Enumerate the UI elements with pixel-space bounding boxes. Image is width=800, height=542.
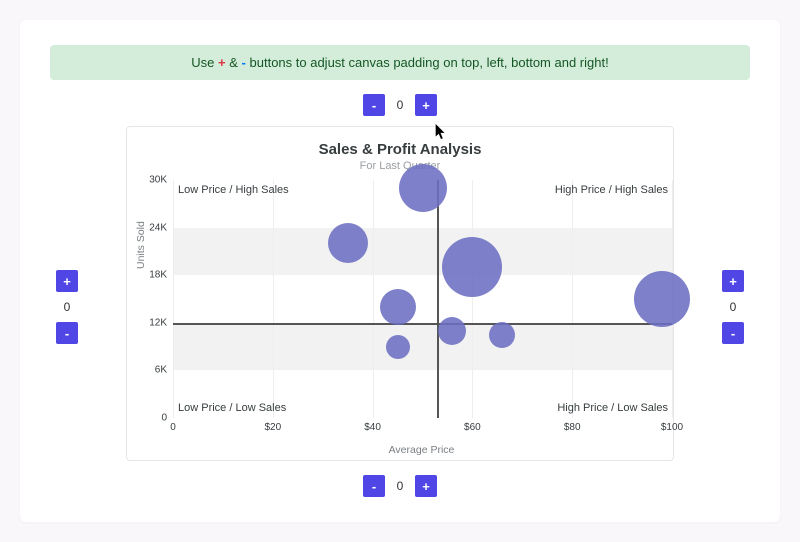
padding-bottom-controls: - 0 + <box>50 475 750 497</box>
y-tick-label: 30K <box>149 175 167 186</box>
pad-bottom-plus-button[interactable]: + <box>415 475 437 497</box>
x-axis-title: Average Price <box>173 444 670 456</box>
banner-prefix: Use <box>191 55 214 70</box>
crosshair-vertical <box>437 180 439 418</box>
pad-bottom-value: 0 <box>393 479 407 493</box>
plus-icon: + <box>218 55 226 70</box>
grid-line <box>572 180 573 418</box>
x-tick-label: $60 <box>464 422 481 433</box>
x-tick-label: $40 <box>364 422 381 433</box>
plot-area: Units Sold 06K12K18K24K30K Low Price / H… <box>127 180 673 460</box>
quadrant-label-tr: High Price / High Sales <box>555 184 668 196</box>
padding-top-controls: - 0 + <box>50 94 750 116</box>
grid-line <box>173 180 174 418</box>
chart-subtitle: For Last Quarter <box>127 160 673 172</box>
x-tick-label: $20 <box>264 422 281 433</box>
pad-right-minus-button[interactable]: - <box>722 322 744 344</box>
app-container: Use + & - buttons to adjust canvas paddi… <box>20 20 780 522</box>
bubble-point[interactable] <box>328 223 368 263</box>
bubble-point[interactable] <box>438 317 466 345</box>
grid-line <box>472 180 473 418</box>
chart-title: Sales & Profit Analysis <box>127 141 673 158</box>
grid-line <box>273 180 274 418</box>
grid-band <box>173 323 672 371</box>
bubble-point[interactable] <box>399 164 447 212</box>
info-banner: Use + & - buttons to adjust canvas paddi… <box>50 45 750 80</box>
bubble-point[interactable] <box>442 237 502 297</box>
pad-right-plus-button[interactable]: + <box>722 270 744 292</box>
plot-inner: Low Price / High Sales High Price / High … <box>173 180 672 418</box>
pad-left-plus-button[interactable]: + <box>56 270 78 292</box>
bubble-point[interactable] <box>386 335 410 359</box>
pad-bottom-minus-button[interactable]: - <box>363 475 385 497</box>
pad-left-minus-button[interactable]: - <box>56 322 78 344</box>
y-axis: Units Sold 06K12K18K24K30K <box>127 180 173 418</box>
quadrant-label-tl: Low Price / High Sales <box>178 184 289 196</box>
pad-top-plus-button[interactable]: + <box>415 94 437 116</box>
y-tick-label: 0 <box>161 413 167 424</box>
crosshair-horizontal <box>173 323 672 325</box>
pad-top-minus-button[interactable]: - <box>363 94 385 116</box>
x-tick-label: $80 <box>564 422 581 433</box>
x-tick-label: $100 <box>661 422 683 433</box>
bubble-point[interactable] <box>634 271 690 327</box>
pad-right-value: 0 <box>726 300 740 314</box>
grid-line <box>373 180 374 418</box>
x-axis: Average Price 0$20$40$60$80$100 <box>173 418 670 460</box>
grid-band <box>173 228 672 276</box>
pad-left-value: 0 <box>60 300 74 314</box>
quadrant-label-br: High Price / Low Sales <box>557 402 668 414</box>
chart-card: Sales & Profit Analysis For Last Quarter… <box>126 126 674 461</box>
banner-suffix: buttons to adjust canvas padding on top,… <box>250 55 609 70</box>
bubble-point[interactable] <box>489 322 515 348</box>
padding-right-controls: + 0 - <box>722 270 744 344</box>
banner-amp: & <box>229 55 238 70</box>
y-tick-label: 18K <box>149 270 167 281</box>
padding-left-controls: + 0 - <box>56 270 78 344</box>
y-tick-label: 24K <box>149 222 167 233</box>
bubble-point[interactable] <box>380 289 416 325</box>
y-axis-title: Units Sold <box>135 221 147 269</box>
minus-icon: - <box>242 55 246 70</box>
y-tick-label: 6K <box>155 365 167 376</box>
x-tick-label: 0 <box>170 422 176 433</box>
y-tick-label: 12K <box>149 317 167 328</box>
pad-top-value: 0 <box>393 98 407 112</box>
quadrant-label-bl: Low Price / Low Sales <box>178 402 286 414</box>
